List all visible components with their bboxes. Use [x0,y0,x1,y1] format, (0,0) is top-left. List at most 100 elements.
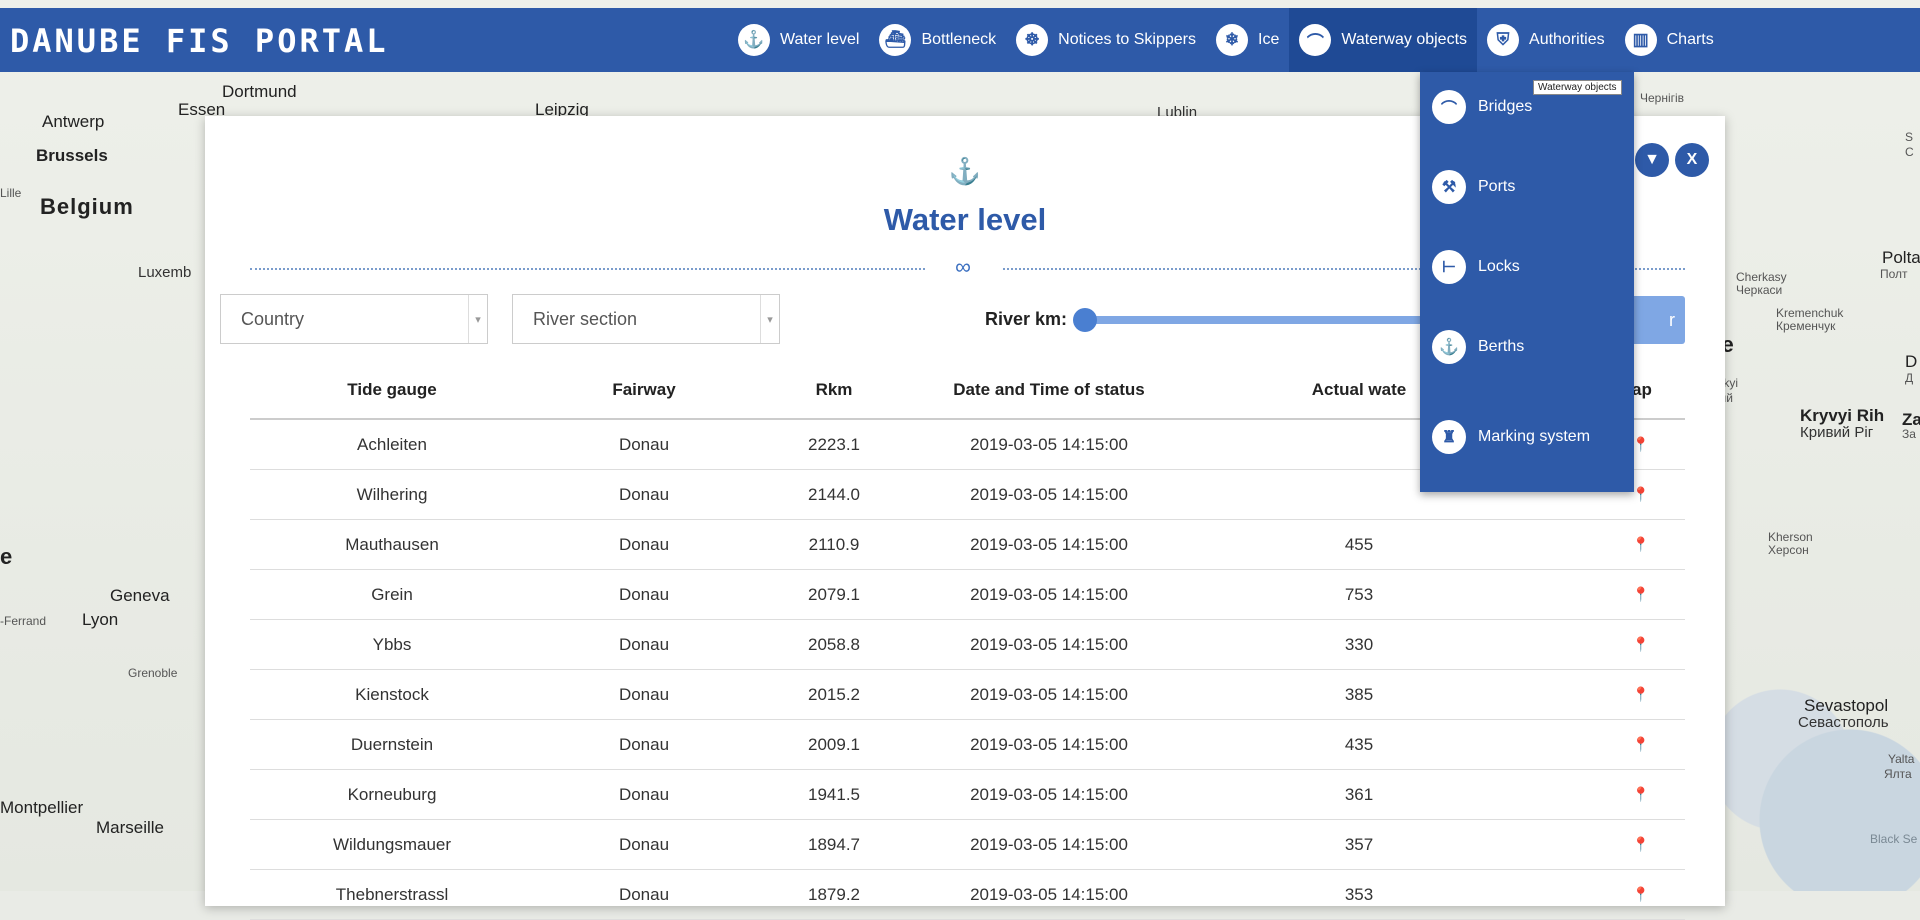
fairway-cell: Donau [618,784,670,804]
datetime-cell: 2019-03-05 14:15:00 [970,784,1128,804]
river-km-slider-handle[interactable] [1073,308,1097,332]
datetime-cell: 2019-03-05 14:15:00 [970,634,1128,654]
map-label: Севастополь [1798,714,1889,731]
map-pin-icon[interactable]: 📍 [1474,786,1685,803]
map-label: Luxemb [138,264,192,281]
tooltip: Waterway objects [1533,80,1622,95]
nav-bottleneck[interactable]: ⛴ Bottleneck [869,8,1006,72]
column-header[interactable]: Date and Time of status [914,380,1184,400]
crane-icon: ⚒ [1432,170,1466,204]
column-header[interactable]: Tide gauge [250,380,534,400]
brand-logo[interactable]: DANUBE FIS PORTAL [10,22,389,60]
table-row[interactable]: Korneuburg Donau 1941.5 2019-03-05 14:15:00… [250,770,1685,820]
map-label: Black Se [1870,832,1918,846]
table-row[interactable]: Mauthausen Donau 2110.9 2019-03-05 14:15:00… [250,520,1685,570]
map-label: -Ferrand [0,614,47,628]
snowflake-icon: ❄ [1216,24,1248,56]
actual-water-level-cell: 361 [1344,784,1374,804]
tide-gauge-cell: Grein [371,584,413,604]
map-pin-icon[interactable]: 📍 [1474,586,1685,603]
bottleneck-icon: ⛴ [879,24,912,56]
close-button[interactable]: X [1675,143,1709,177]
rkm-cell: 2015.2 [808,684,860,704]
rkm-cell: 2009.1 [808,734,860,754]
dropdown-item-bridges[interactable]: ⌒ Bridges [1432,90,1532,124]
nav-waterway-objects[interactable]: ⌒ Waterway objects [1289,8,1478,72]
fairway-cell: Donau [618,434,670,454]
fairway-cell: Donau [618,834,670,854]
map-label: Kryvyi Rih [1800,406,1885,425]
actual-water-level-cell: 385 [1344,684,1374,704]
table-row[interactable]: Kienstock Donau 2015.2 2019-03-05 14:15:00 3… [250,670,1685,720]
map-label: Sevastopol [1804,696,1889,715]
map-label: Antwerp [42,112,105,131]
fairway-cell: Donau [618,734,670,754]
dropdown-item-ports[interactable]: ⚒ Ports [1432,170,1515,204]
map-label: Grenoble [128,666,178,680]
dropdown-item-marking-system[interactable]: ♜ Marking system [1432,420,1590,454]
datetime-cell: 2019-03-05 14:15:00 [970,834,1128,854]
top-navbar: DANUBE FIS PORTAL ⚓ Water level ⛴ Bottle… [0,8,1920,72]
tide-gauge-cell: Wildungsmauer [332,834,452,854]
map-pin-icon[interactable]: 📍 [1474,536,1685,553]
dropdown-label: Bridges [1478,98,1533,115]
tide-gauge-cell: Mauthausen [345,534,439,554]
nav-label: Notices to Skippers [1058,31,1196,48]
rkm-cell: 2144.0 [808,484,860,504]
map-label: Montpellier [0,798,84,817]
filter-toggle-button[interactable]: ▼ [1635,143,1669,177]
dropdown-item-locks[interactable]: ⊢ Locks [1432,250,1520,284]
rkm-cell: 2223.1 [808,434,860,454]
map-label: Cherkasy [1736,270,1787,284]
river-km-slider-track[interactable] [1085,316,1440,324]
nav-label: Bottleneck [921,31,997,48]
dropdown-label: Locks [1478,258,1520,275]
tide-gauge-cell: Korneuburg [347,784,437,804]
river-section-select[interactable]: River section ▾ [512,294,780,344]
map-label: Belgium [40,194,134,219]
table-row[interactable]: Thebnerstrassl Donau 1879.2 2019-03-05 14:1… [250,870,1685,920]
map-pin-icon[interactable]: 📍 [1474,736,1685,753]
dropdown-item-berths[interactable]: ⚓ Berths [1432,330,1524,364]
map-pin-icon[interactable]: 📍 [1474,886,1685,903]
rkm-cell: 1894.7 [808,834,860,854]
map-label: Lyon [82,610,119,629]
rkm-cell: 2110.9 [808,534,860,554]
fairway-cell: Donau [618,484,670,504]
map-pin-icon[interactable]: 📍 [1474,686,1685,703]
table-row[interactable]: Ybbs Donau 2058.8 2019-03-05 14:15:00 330 📍 [250,620,1685,670]
anchor-icon: ⚓ [1432,330,1466,364]
map-label: Kremenchuk [1776,306,1844,320]
nav-water-level[interactable]: ⚓ Water level [728,8,869,72]
map-label: Ялта [1884,767,1912,781]
tide-gauge-cell: Ybbs [372,634,412,654]
datetime-cell: 2019-03-05 14:15:00 [970,684,1128,704]
map-label: Marseille [96,818,165,837]
table-row[interactable]: Grein Donau 2079.1 2019-03-05 14:15:00 753 📍 [250,570,1685,620]
map-pin-icon[interactable]: 📍 [1474,636,1685,653]
datetime-cell: 2019-03-05 14:15:00 [970,734,1128,754]
table-row[interactable]: Duernstein Donau 2009.1 2019-03-05 14:15:00… [250,720,1685,770]
datetime-cell: 2019-03-05 14:15:00 [970,584,1128,604]
tide-gauge-cell: Wilhering [356,484,428,504]
nav-notices[interactable]: ☸ Notices to Skippers [1006,8,1206,72]
map-label: Черкаси [1736,283,1783,297]
column-header[interactable]: Fairway [534,380,754,400]
nav-label: Waterway objects [1341,31,1468,48]
map-label: Brussels [36,146,108,165]
nav-authorities[interactable]: ⛨ Authorities [1477,8,1615,72]
map-pin-icon[interactable]: 📍 [1474,836,1685,853]
lighthouse-icon: ♜ [1432,420,1466,454]
map-label: e [0,544,14,569]
table-row[interactable]: Wildungsmauer Donau 1894.7 2019-03-05 14:15… [250,820,1685,870]
map-label: C [1905,145,1914,159]
waterway-objects-dropdown: ⌒ Bridges ⚒ Ports ⊢ Locks ⚓ Berths ♜ Mar… [1420,72,1634,492]
dropdown-label: Ports [1478,178,1516,195]
column-header[interactable]: Rkm [754,380,914,400]
fairway-cell: Donau [618,684,670,704]
map-label: Lille [0,186,22,200]
nav-ice[interactable]: ❄ Ice [1206,8,1289,72]
country-select[interactable]: Country ▾ [220,294,488,344]
nav-charts[interactable]: ▥ Charts [1615,8,1724,72]
actual-water-level-cell: 753 [1344,584,1374,604]
